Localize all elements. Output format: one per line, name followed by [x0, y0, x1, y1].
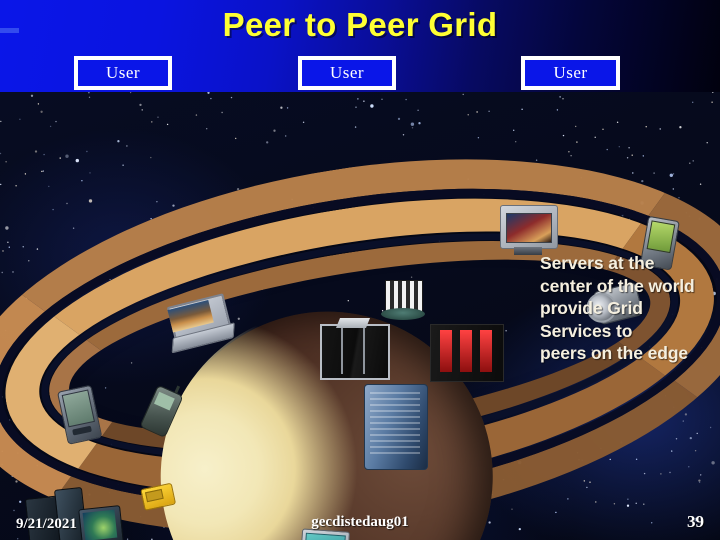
user-node-box-1[interactable]: User [74, 56, 172, 90]
callout-line-2: center of the world [540, 275, 695, 296]
blade-server-icon [430, 324, 504, 382]
callout-line-1: Servers at the [540, 253, 655, 273]
footer-page-number: 39 [687, 512, 704, 531]
server-tower-icon [381, 280, 425, 320]
page-title: Peer to Peer Grid [222, 6, 498, 43]
blue-server-icon [364, 384, 428, 470]
crt-monitor-icon [500, 205, 558, 257]
slide-canvas: Peer to Peer Grid User User User Servers… [0, 0, 720, 540]
callout-text: Servers at the center of the world provi… [540, 252, 720, 365]
user-node-box-3[interactable]: User [521, 56, 620, 90]
callout-line-5: peers on the edge [540, 343, 689, 363]
callout-line-4: Services to [540, 320, 633, 341]
user-node-box-2[interactable]: User [298, 56, 396, 90]
callout-line-3: provide Grid [540, 298, 643, 318]
server-rack-icon [320, 318, 390, 380]
